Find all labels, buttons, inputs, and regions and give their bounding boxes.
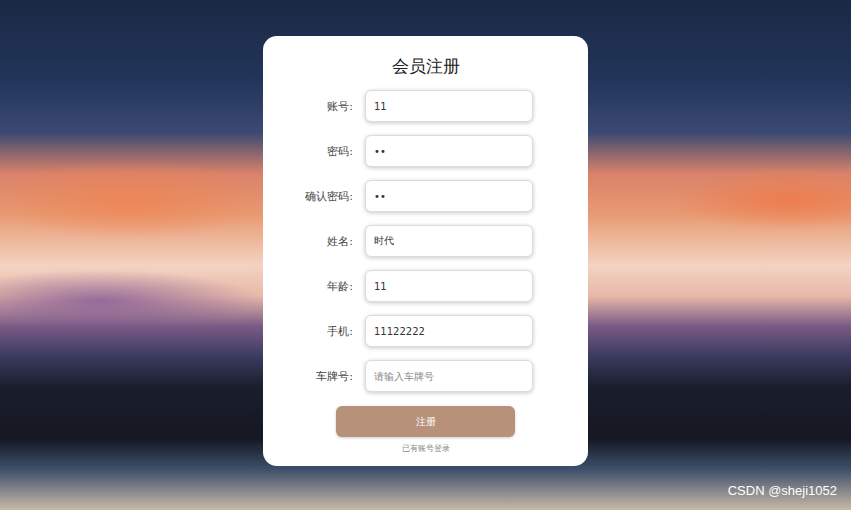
form-row: 手机: [263,315,588,347]
register-card: 会员注册账号: 密码: 确认密码: 姓名: 年龄: 手机: 车牌号: 注册已有账号登录 [263,36,588,466]
field-label: 账号: [263,99,365,114]
field-input[interactable] [365,315,533,347]
field-input[interactable] [365,135,533,167]
field-label: 姓名: [263,234,365,249]
field-input[interactable] [365,225,533,257]
field-input[interactable] [365,360,533,392]
field-input[interactable] [365,180,533,212]
field-label: 车牌号: [263,369,365,384]
watermark: CSDN @sheji1052 [728,483,837,498]
form-fields: 账号: 密码: 确认密码: 姓名: 年龄: 手机: 车牌号: [263,90,588,392]
field-input[interactable] [365,270,533,302]
register-button[interactable]: 注册 [336,406,515,437]
field-label: 确认密码: [263,189,365,204]
form-row: 年龄: [263,270,588,302]
form-row: 密码: [263,135,588,167]
login-link[interactable]: 已有账号登录 [402,443,450,454]
form-row: 姓名: [263,225,588,257]
field-label: 手机: [263,324,365,339]
form-row: 确认密码: [263,180,588,212]
field-label: 密码: [263,144,365,159]
form-row: 车牌号: [263,360,588,392]
field-input[interactable] [365,90,533,122]
form-title: 会员注册 [263,54,588,78]
background-image: 会员注册账号: 密码: 确认密码: 姓名: 年龄: 手机: 车牌号: 注册已有账号登录 CSDN… [0,0,851,510]
form-row: 账号: [263,90,588,122]
field-label: 年龄: [263,279,365,294]
